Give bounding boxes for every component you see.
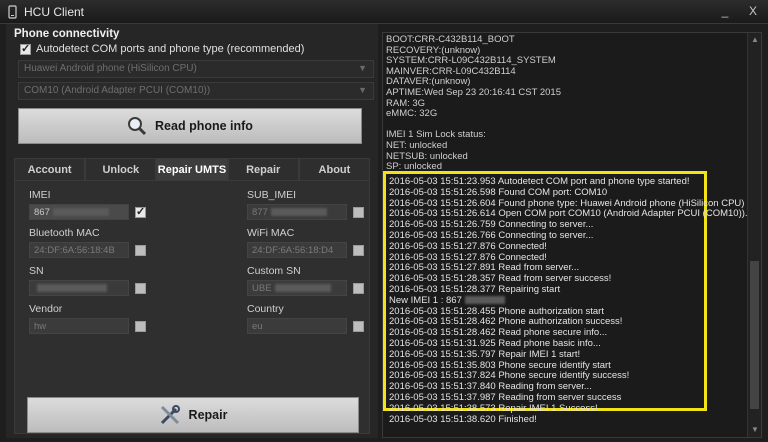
vendor-label: Vendor — [29, 303, 63, 315]
phone-type-value: Huawei Android phone (HiSilicon CPU) — [24, 63, 197, 74]
custom-sn-checkbox[interactable] — [353, 283, 364, 294]
info-line: eMMC: 32G — [386, 108, 438, 120]
read-phone-info-label: Read phone info — [155, 119, 253, 133]
redacted-mark — [464, 296, 505, 305]
sub-imei-value: 877 — [252, 207, 268, 218]
wifi-mac-checkbox[interactable] — [353, 245, 364, 256]
vertical-scrollbar[interactable]: ▲ ▼ — [747, 33, 761, 437]
phone-connectivity-heading: Phone connectivity — [14, 28, 120, 40]
info-line: APTIME:Wed Sep 23 20:16:41 CST 2015 — [386, 86, 561, 98]
log-line: 2016-05-03 15:51:35.797 Repair IMEI 1 st… — [389, 348, 581, 360]
custom-sn-field[interactable]: UBE — [247, 280, 347, 296]
chevron-down-icon[interactable]: ▼ — [358, 63, 367, 73]
read-phone-info-button[interactable]: Read phone info — [18, 108, 362, 144]
phone-info-lines: BOOT:CRR-C432B114_BOOT RECOVERY:(unknow)… — [386, 34, 561, 173]
log-line: 2016-05-03 15:51:38.573 Repair IMEI 1 Su… — [389, 402, 598, 414]
autodetect-checkbox-box[interactable] — [20, 42, 31, 55]
com-port-value: COM10 (Android Adapter PCUI (COM10)) — [24, 85, 211, 96]
imei-label: IMEI — [29, 189, 51, 201]
autodetect-label: Autodetect COM ports and phone type (rec… — [36, 43, 305, 55]
repair-button[interactable]: Repair — [27, 397, 359, 433]
left-panel: Phone connectivity Autodetect COM ports … — [6, 24, 378, 438]
phone-type-select[interactable]: Huawei Android phone (HiSilicon CPU) ▼ — [18, 60, 374, 78]
sub-imei-label: SUB_IMEI — [247, 189, 297, 201]
bluetooth-mac-label: Bluetooth MAC — [29, 227, 100, 239]
redacted-mark — [274, 284, 331, 293]
country-checkbox[interactable] — [353, 321, 364, 332]
custom-sn-label: Custom SN — [247, 265, 301, 277]
phone-app-icon — [8, 5, 17, 19]
tab-repair-cdma[interactable]: Repair CDMA — [227, 158, 299, 198]
tab-about[interactable]: About — [298, 158, 371, 180]
magnifier-icon — [128, 117, 147, 136]
log-lines: 2016-05-03 15:51:23.953 Autodetect COM p… — [389, 176, 753, 425]
tab-repair-umts[interactable]: Repair UMTS — [156, 158, 228, 180]
vendor-checkbox[interactable] — [135, 321, 146, 332]
tab-unlock[interactable]: Unlock — [85, 158, 157, 180]
new-imei-text: New IMEI 1 : 867 — [389, 294, 462, 306]
log-line: 2016-05-03 15:51:27.876 Connected! — [389, 240, 547, 252]
vendor-field[interactable]: hw — [29, 318, 129, 334]
info-line: BOOT:CRR-C432B114_BOOT — [386, 34, 515, 45]
imei-checkbox[interactable] — [135, 205, 146, 218]
scrollbar-thumb[interactable] — [750, 261, 759, 409]
autodetect-checkbox[interactable]: Autodetect COM ports and phone type (rec… — [20, 42, 305, 55]
custom-sn-value: UBE — [252, 283, 272, 294]
bluetooth-mac-checkbox[interactable] — [135, 245, 146, 256]
title-bar: HCU Client _ X — [0, 0, 768, 24]
sn-checkbox[interactable] — [135, 283, 146, 294]
chevron-down-icon[interactable]: ▼ — [358, 85, 367, 95]
log-line: New IMEI 1 : 867 — [389, 294, 753, 307]
tools-icon — [160, 405, 180, 425]
highlighted-log-box: 2016-05-03 15:51:23.953 Autodetect COM p… — [383, 171, 753, 424]
sn-label: SN — [29, 265, 44, 277]
window-title: HCU Client — [24, 5, 85, 19]
close-button[interactable]: X — [740, 2, 766, 21]
minimize-button[interactable]: _ — [712, 2, 738, 21]
country-label: Country — [247, 303, 284, 315]
redacted-mark — [37, 284, 107, 293]
imei-field[interactable]: 867 — [29, 204, 129, 220]
repair-label: Repair — [188, 408, 228, 422]
tab-bar: Account Unlock Repair UMTS Repair CDMA A… — [14, 158, 371, 198]
info-line: NET: unlocked — [386, 139, 448, 151]
wifi-mac-field[interactable]: 24:DF:6A:56:18:D4 — [247, 242, 347, 258]
bluetooth-mac-field[interactable]: 24:DF:6A:56:18:4B — [29, 242, 129, 258]
wifi-mac-label: WiFi MAC — [247, 227, 295, 239]
tab-account[interactable]: Account — [14, 158, 86, 180]
country-field[interactable]: eu — [247, 318, 347, 334]
sub-imei-checkbox[interactable] — [353, 207, 364, 218]
redacted-mark — [270, 208, 327, 217]
sub-imei-field[interactable]: 877 — [247, 204, 347, 220]
output-log-panel[interactable]: BOOT:CRR-C432B114_BOOT RECOVERY:(unknow)… — [382, 32, 762, 438]
imei-value: 867 — [34, 207, 50, 218]
log-line: 2016-05-03 15:51:38.620 Finished! — [389, 413, 537, 425]
redacted-mark — [52, 208, 109, 217]
repair-umts-panel: IMEI 867 SUB_IMEI 877 Bluetooth MAC 24:D… — [14, 180, 370, 434]
com-port-select[interactable]: COM10 (Android Adapter PCUI (COM10)) ▼ — [18, 82, 374, 100]
scroll-down-icon[interactable]: ▼ — [751, 425, 759, 434]
scroll-up-icon[interactable]: ▲ — [751, 35, 759, 44]
sn-field[interactable] — [29, 280, 129, 296]
log-line: 2016-05-03 15:51:26.598 Found COM port: … — [389, 186, 608, 198]
